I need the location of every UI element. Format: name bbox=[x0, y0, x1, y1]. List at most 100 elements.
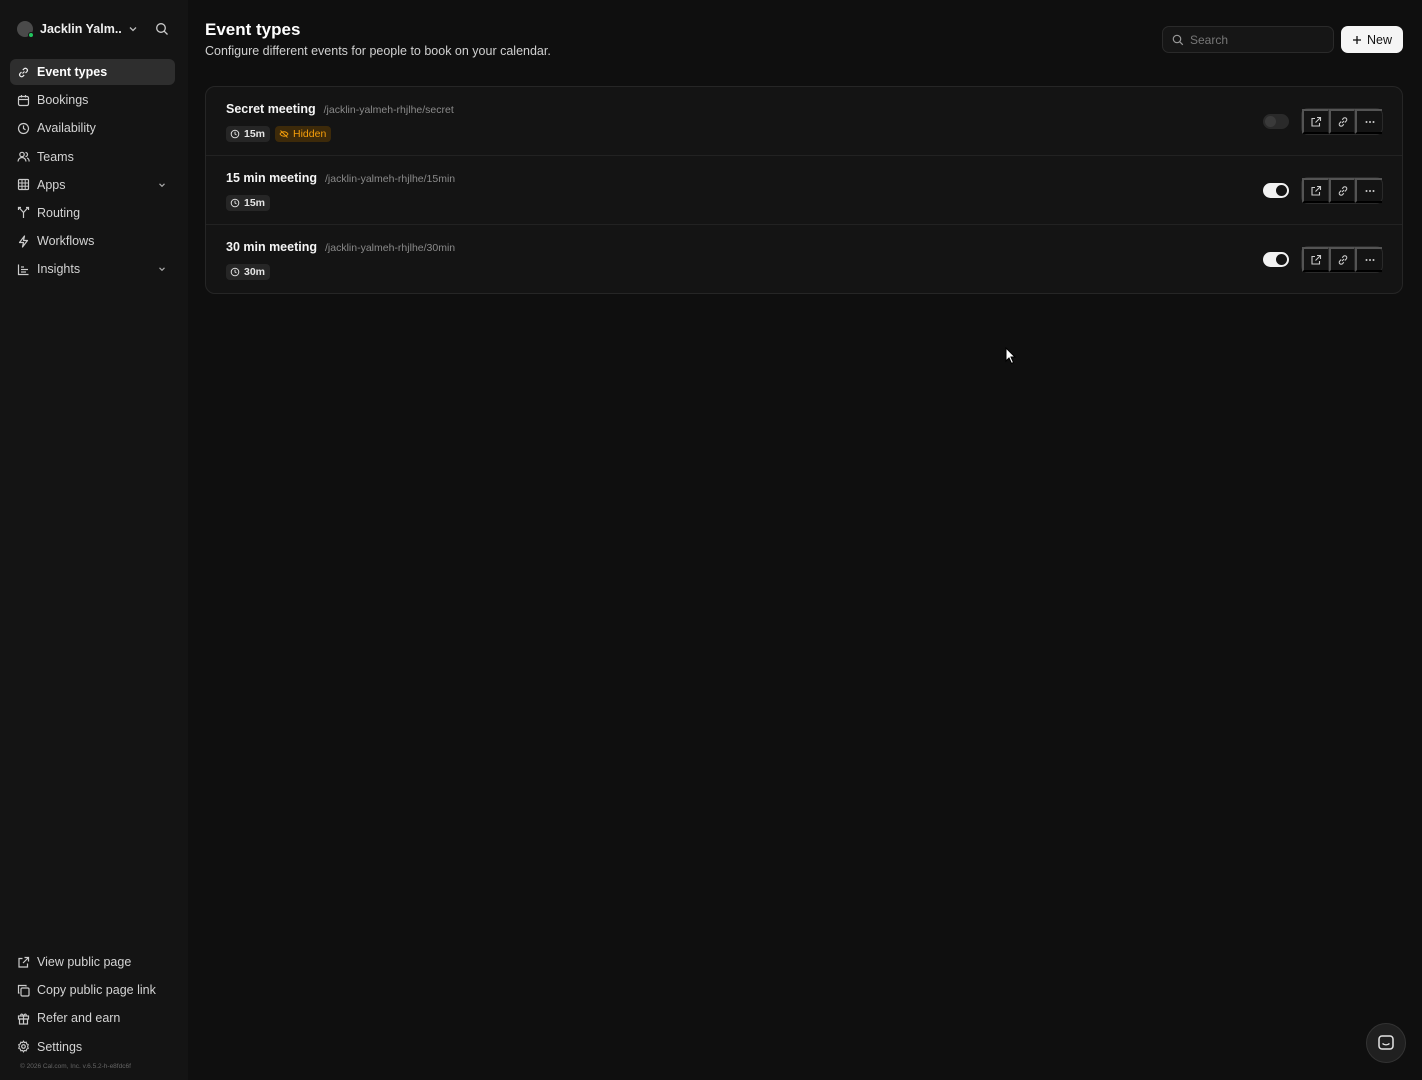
calendar-icon bbox=[17, 94, 30, 107]
nav-item-label: Routing bbox=[37, 205, 81, 220]
event-type-row[interactable]: 30 min meeting /jacklin-yalmeh-rhjlhe/30… bbox=[206, 225, 1402, 293]
visibility-toggle[interactable] bbox=[1263, 183, 1289, 198]
chevron-down-icon bbox=[127, 23, 139, 35]
search-icon bbox=[1172, 34, 1184, 46]
more-options-button[interactable] bbox=[1355, 178, 1382, 203]
copy-link-button[interactable] bbox=[1328, 109, 1356, 134]
mouse-cursor-icon bbox=[1005, 347, 1017, 365]
clock-icon bbox=[230, 267, 240, 277]
nav-item-availability[interactable]: Availability bbox=[10, 115, 175, 141]
secondary-nav: View public page Copy public page link R… bbox=[10, 949, 175, 1062]
search-icon[interactable] bbox=[155, 22, 169, 36]
clock-icon bbox=[230, 129, 240, 139]
nav-item-label: Apps bbox=[37, 177, 66, 192]
main-nav: Event types Bookings Availability Teams … bbox=[10, 59, 175, 285]
more-options-button[interactable] bbox=[1355, 247, 1382, 272]
split-icon bbox=[17, 206, 30, 219]
plus-icon bbox=[1352, 35, 1362, 45]
nav-item-label: Event types bbox=[37, 65, 108, 79]
search-input[interactable] bbox=[1190, 32, 1320, 47]
avatar bbox=[17, 21, 34, 38]
user-menu[interactable]: Jacklin Yalm... bbox=[10, 16, 175, 42]
external-link-icon bbox=[17, 956, 30, 969]
toggle-knob bbox=[1276, 254, 1287, 265]
event-title: 15 min meeting bbox=[226, 171, 317, 185]
nav-item-label: Insights bbox=[37, 262, 81, 277]
nav-item-label: Settings bbox=[37, 1039, 83, 1054]
version-footer: © 2026 Cal.com, Inc. v.6.5.2-h-e8fdc6f bbox=[20, 1063, 131, 1070]
duration-label: 15m bbox=[244, 197, 266, 209]
chart-icon bbox=[17, 263, 30, 276]
chevron-down-icon bbox=[157, 180, 167, 190]
user-name: Jacklin Yalm... bbox=[40, 22, 122, 36]
nav-item-label: Teams bbox=[37, 149, 74, 164]
search-box bbox=[1162, 26, 1334, 53]
nav-item-label: Workflows bbox=[37, 234, 95, 249]
new-event-type-button[interactable]: New bbox=[1341, 26, 1403, 53]
nav-item-apps[interactable]: Apps bbox=[10, 172, 175, 198]
duration-badge: 15m bbox=[226, 126, 271, 142]
duration-label: 30m bbox=[244, 266, 266, 278]
external-link-icon bbox=[1310, 185, 1322, 197]
duration-badge: 15m bbox=[226, 195, 271, 211]
event-actions bbox=[1301, 246, 1383, 273]
copy-public-page-link-button[interactable]: Copy public page link bbox=[10, 977, 175, 1003]
clock-icon bbox=[17, 122, 30, 135]
zap-icon bbox=[17, 235, 30, 248]
eye-off-icon bbox=[279, 129, 289, 139]
more-horizontal-icon bbox=[1364, 185, 1376, 197]
event-slug: /jacklin-yalmeh-rhjlhe/30min bbox=[325, 242, 456, 254]
nav-item-label: View public page bbox=[37, 955, 132, 969]
chevron-down-icon bbox=[157, 264, 167, 274]
chat-icon bbox=[1377, 1034, 1395, 1052]
nav-item-bookings[interactable]: Bookings bbox=[10, 87, 175, 113]
external-link-icon bbox=[1310, 254, 1322, 266]
event-types-list: Secret meeting /jacklin-yalmeh-rhjlhe/se… bbox=[205, 86, 1403, 294]
link-icon bbox=[17, 66, 30, 79]
support-chat-button[interactable] bbox=[1366, 1023, 1406, 1063]
new-button-label: New bbox=[1366, 32, 1392, 47]
visibility-toggle[interactable] bbox=[1263, 114, 1289, 129]
page-title: Event types bbox=[205, 20, 301, 39]
event-actions bbox=[1301, 108, 1383, 135]
nav-item-insights[interactable]: Insights bbox=[10, 256, 175, 282]
duration-badge: 30m bbox=[226, 264, 271, 280]
preview-button[interactable] bbox=[1302, 247, 1329, 272]
settings-link[interactable]: Settings bbox=[10, 1034, 175, 1060]
nav-item-routing[interactable]: Routing bbox=[10, 200, 175, 226]
nav-item-label: Refer and earn bbox=[37, 1011, 121, 1026]
visibility-toggle[interactable] bbox=[1263, 252, 1289, 267]
gear-icon bbox=[17, 1040, 30, 1053]
preview-button[interactable] bbox=[1302, 109, 1329, 134]
event-slug: /jacklin-yalmeh-rhjlhe/15min bbox=[325, 173, 456, 185]
event-type-row[interactable]: Secret meeting /jacklin-yalmeh-rhjlhe/se… bbox=[206, 87, 1402, 156]
more-options-button[interactable] bbox=[1355, 109, 1382, 134]
link-icon bbox=[1337, 116, 1349, 128]
sidebar: Jacklin Yalm... Event types Bookings Ava… bbox=[0, 0, 188, 1080]
nav-item-label: Copy public page link bbox=[37, 983, 156, 998]
copy-link-button[interactable] bbox=[1328, 178, 1356, 203]
view-public-page-link[interactable]: View public page bbox=[10, 949, 175, 975]
toggle-knob bbox=[1276, 185, 1287, 196]
event-actions bbox=[1301, 177, 1383, 204]
link-icon bbox=[1337, 254, 1349, 266]
event-type-row[interactable]: 15 min meeting /jacklin-yalmeh-rhjlhe/15… bbox=[206, 156, 1402, 225]
users-icon bbox=[17, 150, 30, 163]
nav-item-teams[interactable]: Teams bbox=[10, 144, 175, 170]
preview-button[interactable] bbox=[1302, 178, 1329, 203]
gift-icon bbox=[17, 1012, 30, 1025]
nav-item-workflows[interactable]: Workflows bbox=[10, 228, 175, 254]
refer-and-earn-link[interactable]: Refer and earn bbox=[10, 1005, 175, 1031]
duration-label: 15m bbox=[244, 128, 266, 140]
more-horizontal-icon bbox=[1364, 116, 1376, 128]
nav-item-event-types[interactable]: Event types bbox=[10, 59, 175, 85]
nav-item-label: Bookings bbox=[37, 93, 89, 108]
clock-icon bbox=[230, 198, 240, 208]
link-icon bbox=[1337, 185, 1349, 197]
page-subtitle: Configure different events for people to… bbox=[205, 44, 551, 58]
event-title: 30 min meeting bbox=[226, 240, 317, 254]
more-horizontal-icon bbox=[1364, 254, 1376, 266]
copy-link-button[interactable] bbox=[1328, 247, 1356, 272]
event-title: Secret meeting bbox=[226, 102, 316, 116]
copy-icon bbox=[17, 984, 30, 997]
